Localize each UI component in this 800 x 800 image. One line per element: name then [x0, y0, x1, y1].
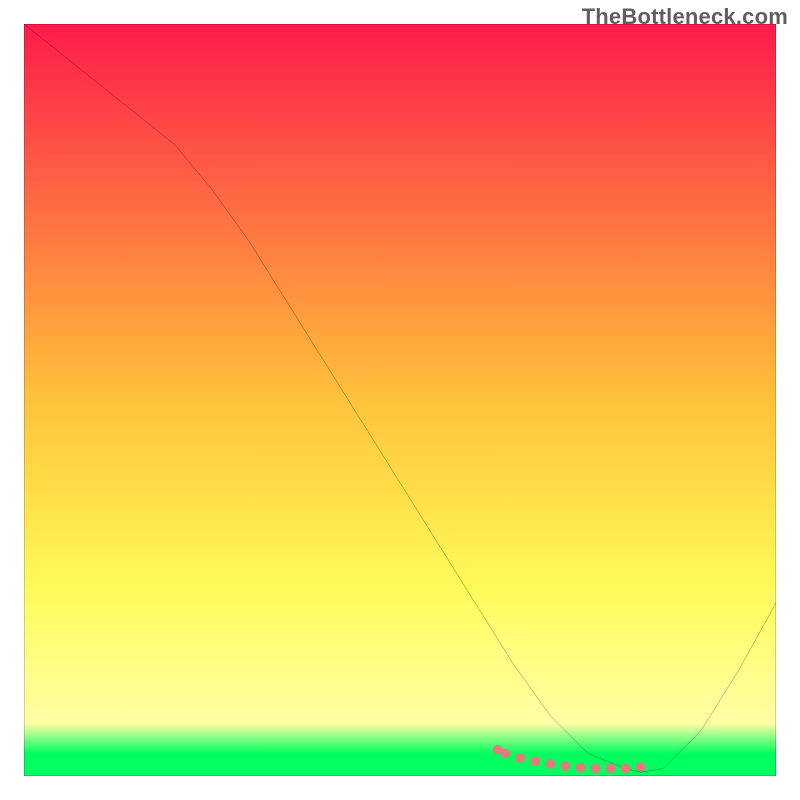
- bottleneck-marker: [515, 753, 525, 763]
- bottleneck-marker: [591, 764, 601, 774]
- bottleneck-marker: [500, 749, 510, 759]
- bottleneck-marker: [606, 764, 616, 774]
- bottleneck-marker: [530, 756, 540, 766]
- chart-container: TheBottleneck.com: [0, 0, 800, 800]
- bottleneck-chart: [24, 24, 776, 776]
- bottleneck-marker: [561, 761, 571, 771]
- bottleneck-marker: [621, 764, 631, 774]
- chart-background: [24, 24, 776, 776]
- bottleneck-marker: [636, 762, 646, 772]
- bottleneck-marker: [576, 763, 586, 773]
- bottleneck-marker: [546, 759, 556, 769]
- watermark-text: TheBottleneck.com: [582, 4, 788, 30]
